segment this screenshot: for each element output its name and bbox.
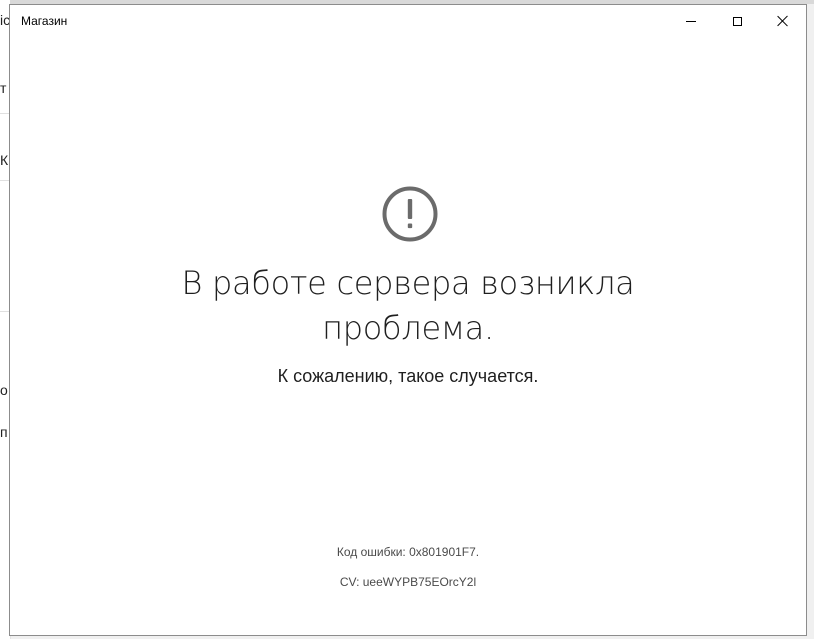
error-headline-line: В работе сервера возникла — [181, 264, 635, 302]
store-window: Магазин В работе сервера возникла пробле… — [9, 4, 807, 636]
correlation-vector: CV: ueeWYPB75EOrcY2l — [339, 575, 477, 589]
error-headline-line: проблема. — [322, 309, 494, 347]
title-bar[interactable]: Магазин — [10, 5, 806, 37]
minimize-button[interactable] — [668, 5, 714, 37]
error-code: Код ошибки: 0x801901F7. — [336, 545, 480, 559]
exclamation-circle-icon — [382, 186, 438, 242]
maximize-icon — [732, 16, 742, 26]
error-headline: В работе сервера возникла проблема. — [10, 261, 806, 351]
close-icon — [777, 15, 789, 27]
close-button[interactable] — [760, 5, 806, 37]
maximize-button[interactable] — [714, 5, 760, 37]
window-title: Магазин — [21, 14, 68, 28]
minimize-icon — [686, 20, 696, 22]
error-page: В работе сервера возникла проблема. К со… — [10, 37, 806, 635]
error-subtitle: К сожалению, такое случается. — [277, 366, 539, 386]
